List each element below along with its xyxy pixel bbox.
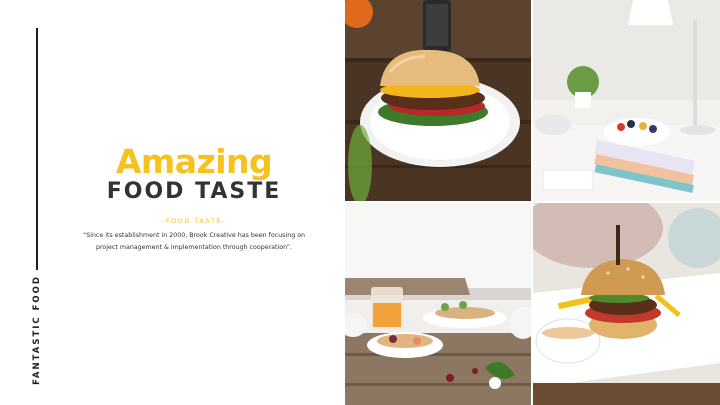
burger-table-photo xyxy=(345,0,531,201)
slide: FANTASTIC FOOD Amazing FOOD TASTE -FOOD … xyxy=(0,0,720,405)
side-label: FANTASTIC FOOD xyxy=(32,275,42,385)
tagline: -FOOD TASTE- xyxy=(162,217,226,225)
description: “Since its establishment in 2000, Brook … xyxy=(82,232,306,251)
burger-fries-photo xyxy=(533,203,720,405)
vertical-divider-line xyxy=(36,28,38,270)
breakfast-toast-photo xyxy=(345,203,531,405)
title-sub: FOOD TASTE xyxy=(106,179,282,204)
breakfast-books-photo xyxy=(533,0,720,201)
title-block: Amazing FOOD TASTE -FOOD TASTE- “Since i… xyxy=(80,143,308,254)
title-main: Amazing xyxy=(115,142,273,181)
